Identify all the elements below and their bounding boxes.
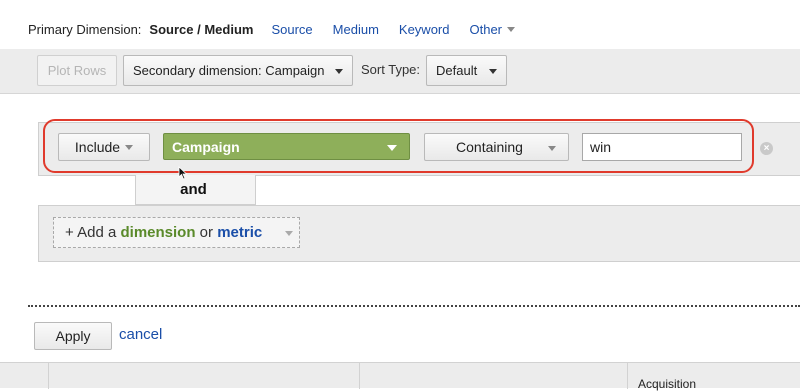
match-type-label: Containing bbox=[456, 139, 523, 155]
primary-dimension-keyword[interactable]: Keyword bbox=[399, 22, 450, 37]
add-metric-word: metric bbox=[217, 224, 263, 241]
chevron-down-icon bbox=[489, 69, 497, 74]
include-label: Include bbox=[74, 139, 121, 155]
primary-dimension-medium[interactable]: Medium bbox=[333, 22, 379, 37]
table-toolbar: Plot Rows Secondary dimension: Campaign … bbox=[0, 49, 800, 94]
primary-dimension-other[interactable]: Other bbox=[469, 22, 515, 37]
plot-rows-button[interactable]: Plot Rows bbox=[37, 55, 117, 86]
sort-type-label: Sort Type: bbox=[361, 62, 421, 77]
chevron-down-icon bbox=[387, 145, 397, 151]
and-tab: and bbox=[135, 175, 256, 205]
clear-filter-symbol: × bbox=[763, 142, 770, 154]
add-prefix: + Add a bbox=[65, 224, 117, 241]
cancel-link[interactable]: cancel bbox=[119, 326, 162, 343]
primary-dimension-other-label: Other bbox=[469, 21, 502, 37]
include-dropdown[interactable]: Include bbox=[58, 133, 150, 161]
primary-dimension-label: Primary Dimension: bbox=[28, 21, 142, 37]
add-or-word: or bbox=[199, 224, 214, 241]
divider bbox=[28, 305, 800, 307]
secondary-dimension-dropdown[interactable]: Secondary dimension: Campaign bbox=[123, 55, 353, 86]
secondary-dimension-label: Secondary dimension: Campaign bbox=[133, 63, 325, 78]
apply-button[interactable]: Apply bbox=[34, 322, 112, 350]
table-column-divider bbox=[48, 363, 49, 389]
chevron-down-icon bbox=[285, 231, 293, 236]
sort-type-value: Default bbox=[436, 63, 478, 78]
mouse-cursor-icon bbox=[178, 166, 188, 180]
primary-dimension-source-medium[interactable]: Source / Medium bbox=[149, 22, 253, 37]
sort-type-dropdown[interactable]: Default bbox=[426, 55, 507, 86]
add-dimension-or-metric-dropdown[interactable]: + Add a dimension or metric bbox=[53, 217, 300, 248]
filter-dimension-label: Campaign bbox=[172, 138, 240, 155]
clear-filter-icon[interactable]: × bbox=[760, 142, 773, 155]
table-column-divider bbox=[359, 363, 360, 389]
chevron-down-icon bbox=[125, 144, 134, 150]
chevron-down-icon bbox=[548, 146, 556, 151]
match-type-dropdown[interactable]: Containing bbox=[424, 133, 569, 161]
table-header: Acquisition bbox=[0, 362, 800, 391]
add-dimension-word: dimension bbox=[120, 224, 196, 241]
chevron-down-icon bbox=[335, 69, 343, 74]
primary-dimension-bar: Primary Dimension: Source / Medium Sourc… bbox=[28, 20, 515, 38]
acquisition-header: Acquisition bbox=[638, 377, 697, 391]
filter-dimension-dropdown[interactable]: Campaign bbox=[163, 133, 410, 160]
chevron-down-icon bbox=[507, 26, 515, 32]
table-column-divider bbox=[627, 363, 628, 389]
primary-dimension-source[interactable]: Source bbox=[271, 22, 312, 37]
filter-value-input[interactable] bbox=[582, 133, 742, 161]
